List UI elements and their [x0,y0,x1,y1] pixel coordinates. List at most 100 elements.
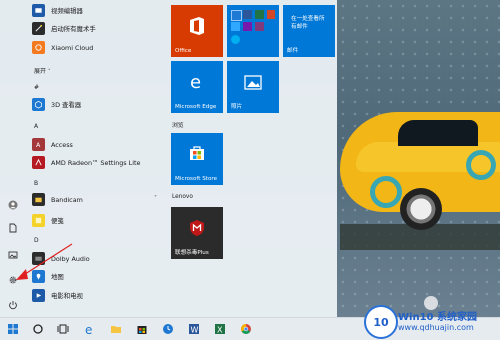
app-list-item[interactable]: Xiaomi Cloud [32,40,162,55]
sticky-notes-icon [32,214,45,227]
app-label: 便笺 [51,217,64,225]
tile-group-title[interactable]: Lenovo [172,194,193,200]
app-list-item[interactable]: 3D 查看器 [32,97,162,112]
app-list-item[interactable]: AMD Radeon™ Settings Lite [32,155,162,170]
app-list-item[interactable]: 电影和电视 [32,288,162,303]
dolby-icon [32,252,45,265]
cortana-button[interactable] [28,320,48,338]
expand-label: 展开 [34,68,47,75]
tile-group-title[interactable]: 浏览 [172,120,184,129]
tile-label: 联想杀毒Plus [175,250,209,256]
start-menu: 视频编辑器 启动所有魔术手 Xiaomi Cloud 展开 ˅ # 3D 查看器… [0,0,337,317]
tile-mcafee[interactable]: 联想杀毒Plus [171,207,223,259]
app-label: Xiaomi Cloud [51,43,94,52]
user-icon [8,200,18,210]
tile-mail[interactable]: 在一处查看所有邮件 邮件 [283,5,335,57]
app-list: 视频编辑器 启动所有魔术手 Xiaomi Cloud 展开 ˅ # 3D 查看器… [26,0,164,317]
folder-icon [32,193,45,206]
section-header-hash[interactable]: # [34,84,39,91]
svg-text:W: W [191,326,199,335]
mcafee-shield-icon [190,220,204,236]
taskbar-store[interactable] [132,320,152,338]
wallpaper-circle [466,150,496,180]
windows-icon [8,324,18,334]
taskbar-excel[interactable]: X [210,320,230,338]
tile-office-apps[interactable] [227,5,279,57]
watermark-badge: 10 [364,305,398,339]
picture-icon [8,251,18,259]
gear-icon [9,276,17,284]
chrome-icon [241,324,251,334]
word-mini-icon [243,10,252,19]
tile-edge[interactable]: e Microsoft Edge [171,61,223,113]
section-header-d[interactable]: D [34,237,39,244]
tile-label: 邮件 [287,48,299,54]
teams-mini-icon [255,22,264,31]
taskbar-chrome[interactable] [236,320,256,338]
task-view-button[interactable] [53,320,73,338]
film-icon [32,289,45,302]
skype-mini-icon [231,35,240,44]
tile-label: Office [175,48,192,54]
app-label: Bandicam [51,195,83,204]
outlook-mini-icon [231,10,242,21]
excel-mini-icon [255,10,264,19]
app-label: 视频编辑器 [51,7,83,15]
map-icon [32,270,45,283]
svg-text:e: e [85,323,92,335]
app-list-item[interactable]: 地图 [32,269,162,284]
app-list-item[interactable]: 便笺 [32,213,162,228]
taskbar-edge[interactable]: e [80,320,100,338]
svg-text:A: A [36,142,41,149]
onenote-mini-icon [243,22,252,31]
user-account-button[interactable] [5,197,21,213]
cortana-icon [33,324,43,334]
onedrive-mini-icon [231,22,240,31]
access-icon: A [32,138,45,151]
amd-icon [32,156,45,169]
app-list-item[interactable]: 启动所有魔术手 [32,21,162,36]
app-label: AMD Radeon™ Settings Lite [51,158,141,167]
document-icon [9,223,17,233]
svg-text:e: e [190,72,201,90]
wallpaper-car-window [398,120,478,146]
section-header-a[interactable]: A [34,123,38,130]
start-rail [0,0,26,317]
store-icon [137,326,147,334]
settings-button[interactable] [5,272,21,288]
documents-button[interactable] [5,220,21,236]
section-header-b[interactable]: B [34,180,38,187]
tile-label: 照片 [231,104,243,110]
taskbar-file-explorer[interactable] [106,320,126,338]
watermark-title: Win10 系统家园 [398,312,477,323]
tile-label: Microsoft Store [175,176,218,182]
app-list-item[interactable]: 视频编辑器 [32,3,162,18]
taskbar-word[interactable]: W [184,320,204,338]
powerpoint-mini-icon [267,10,275,19]
excel-icon: X [215,324,225,335]
expand-link[interactable]: 展开 ˅ [34,66,50,75]
pictures-button[interactable] [5,247,21,263]
taskbar-clock-app[interactable] [158,320,178,338]
chevron-down-icon[interactable]: ˅ [154,196,160,202]
watermark-logo: 10 Win10 系统家园 www.qdhuajin.com [364,305,498,339]
start-button[interactable] [3,320,23,338]
app-label: Access [51,140,73,149]
edge-icon: e [190,72,201,90]
file-explorer-icon [111,326,121,333]
wallpaper-car-wheel [400,188,442,230]
power-button[interactable] [5,297,21,313]
app-label: 电影和电视 [51,292,83,300]
app-label: 启动所有魔术手 [51,25,96,33]
watermark-url: www.qdhuajin.com [398,323,474,332]
app-list-item[interactable]: A Access [32,137,162,152]
tile-office[interactable]: Office [171,5,223,57]
app-list-item[interactable]: Dolby Audio [32,251,162,266]
tile-area: Office 在一处查看所有邮件 邮件 e Microsoft Edge 照片 … [164,0,337,317]
store-icon [190,146,204,160]
app-list-item[interactable]: Bandicam ˅ [32,192,162,207]
cloud-icon [32,41,45,54]
tile-store[interactable]: Microsoft Store [171,133,223,185]
watermark-badge-text: 10 [373,315,389,329]
tile-photos[interactable]: 照片 [227,61,279,113]
